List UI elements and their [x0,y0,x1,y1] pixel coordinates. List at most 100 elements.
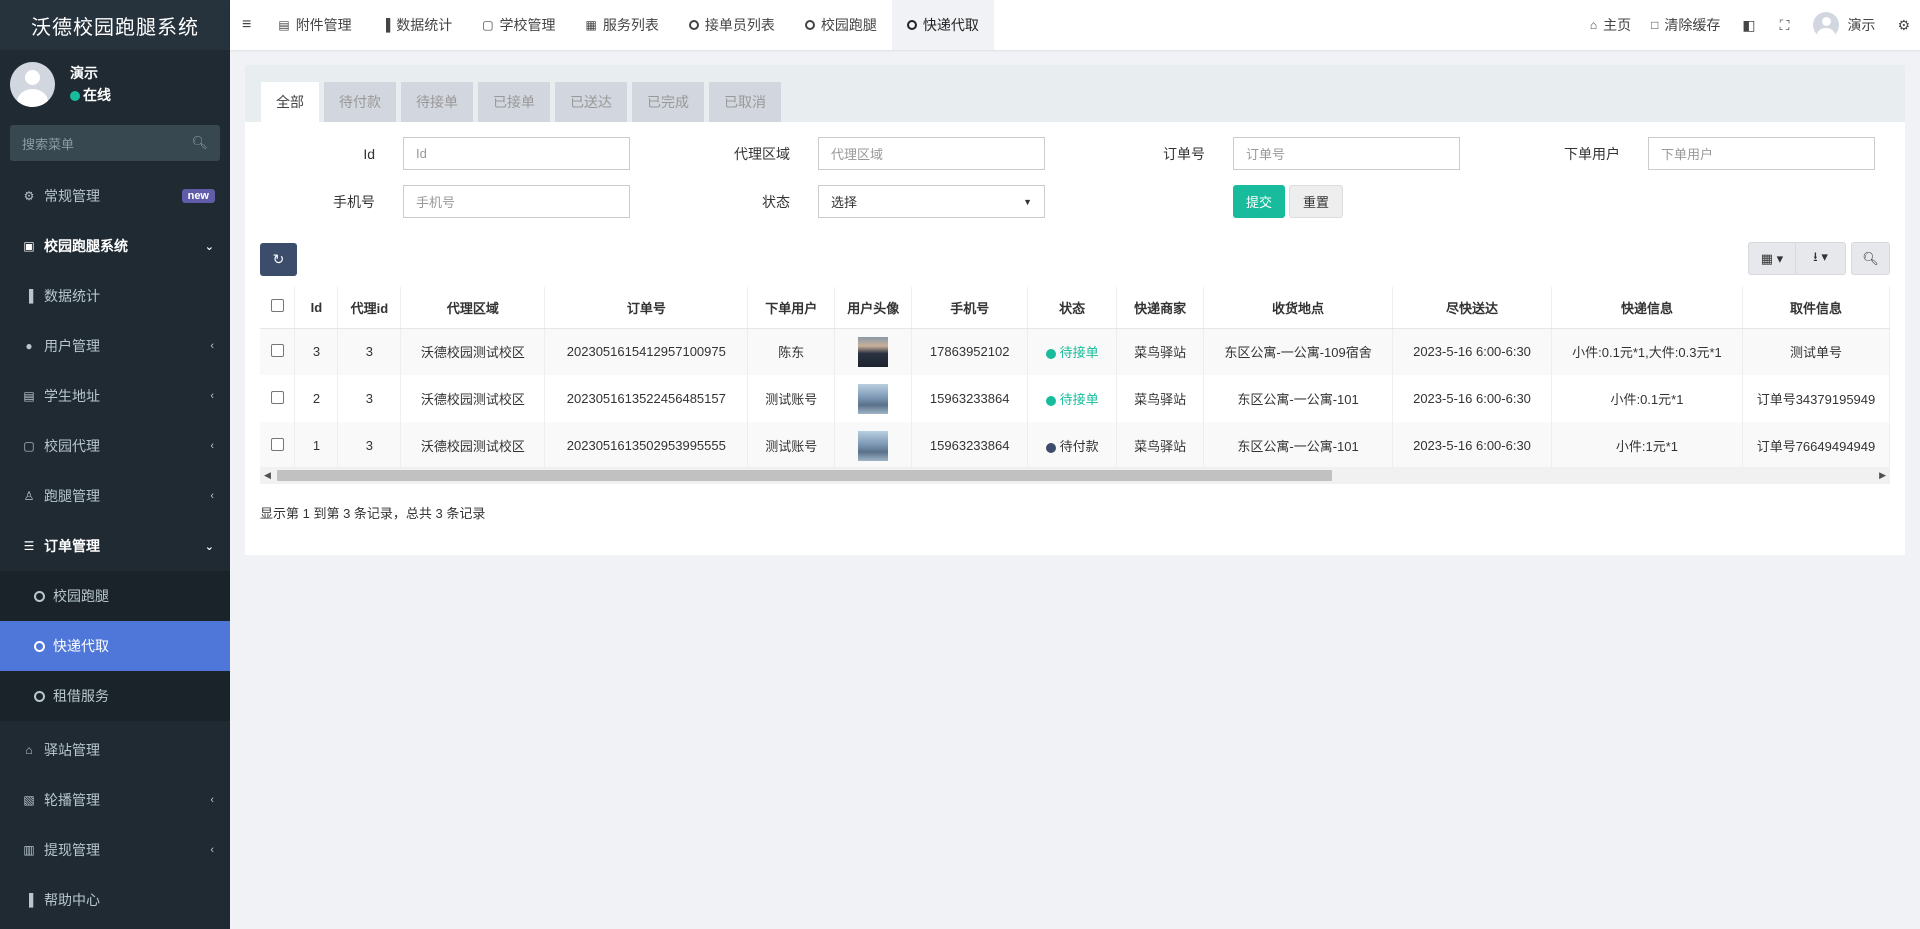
refresh-button[interactable]: ↻ [260,243,297,276]
filter-tab-unpaid[interactable]: 待付款 [324,82,396,122]
order-no-input[interactable]: 订单号 [1233,137,1460,170]
filter-tab-cancelled[interactable]: 已取消 [709,82,781,122]
cell-region: 沃德校园测试校区 [400,328,546,375]
cell-avatar [834,375,913,422]
search-toggle-button[interactable]: 🔍︎ [1851,242,1890,275]
id-input[interactable]: Id [403,137,630,170]
filter-tab-delivered[interactable]: 已送达 [555,82,627,122]
gears-icon[interactable]: ⚙ [1887,0,1920,50]
user-menu[interactable]: 演示 [1801,0,1887,50]
caret-down-icon: ▼ [1023,196,1032,207]
scroll-right-icon[interactable]: ▶ [1879,470,1886,481]
row-checkbox[interactable] [260,422,296,469]
sidebar-item-campus-errand-system[interactable]: ▣ 校园跑腿系统 ⌄ [0,221,230,271]
search-icon[interactable]: 🔍︎ [191,135,208,151]
bar-chart-icon: ▐ [24,893,34,907]
col-header[interactable]: 下单用户 [747,287,836,329]
table-row[interactable]: 2 3 沃德校园测试校区 2023051613522456485157 测试账号… [260,375,1890,422]
content-panel: 全部 待付款 待接单 已接单 已送达 已完成 已取消 Id Id 代理区域 代理… [245,65,1905,555]
order-user-input[interactable]: 下单用户 [1648,137,1875,170]
cell-phone: 15963233864 [911,375,1029,422]
sidebar-item-stats[interactable]: ▐ 数据统计 [0,271,230,321]
sidebar-item-campus-errand[interactable]: 校园跑腿 [0,571,230,621]
tab-label: 附件管理 [295,17,352,33]
home-label: 主页 [1603,17,1632,33]
col-header[interactable]: 收货地点 [1203,287,1394,329]
horizontal-scrollbar[interactable]: ◀ ▶ [260,467,1890,484]
sidebar-item-orders[interactable]: ☰ 订单管理 ⌄ [0,521,230,571]
table-row[interactable]: 3 3 沃德校园测试校区 2023051615412957100975 陈东 1… [260,328,1890,375]
home-icon: ⌂ [25,743,33,757]
translate-icon[interactable]: ◧ [1730,0,1767,50]
app-logo[interactable]: 沃德校园跑腿系统 [0,0,230,50]
select-all-checkbox[interactable] [260,287,296,329]
scrollbar-thumb[interactable] [277,470,1332,481]
clear-cache-button[interactable]: □ 清除缓存 [1641,0,1730,50]
sidebar-item-label: 提现管理 [44,842,100,858]
bar-chart-icon: ▐ [381,18,391,32]
tab-campus-errand[interactable]: 校园跑腿 [790,0,892,50]
col-header[interactable]: 手机号 [911,287,1029,329]
home-link[interactable]: ⌂ 主页 [1580,0,1641,50]
col-header[interactable]: 代理id [337,287,402,329]
phone-input[interactable]: 手机号 [403,185,630,218]
fullscreen-icon[interactable]: ⛶ [1768,0,1802,50]
status-select[interactable]: 选择 ▼ [818,185,1045,218]
col-header[interactable]: 尽快送达 [1392,287,1552,329]
tab-express-pickup[interactable]: 快递代取 [891,0,994,50]
table-row[interactable]: 1 3 沃德校园测试校区 2023051613502953995555 测试账号… [260,422,1890,469]
sidebar-item-station[interactable]: ⌂ 驿站管理 [0,725,230,775]
submit-button[interactable]: 提交 [1233,185,1286,218]
file-image-icon: ▤ [278,18,290,32]
col-header[interactable]: 代理区域 [400,287,546,329]
sidebar-item-campus-agent[interactable]: ▢ 校园代理 ‹ [0,421,230,471]
sidebar-item-general[interactable]: ⚙ 常规管理 new [0,171,230,221]
tab-couriers[interactable]: 接单员列表 [674,0,790,50]
user-avatar-thumbnail[interactable] [858,383,889,414]
filter-tab-all[interactable]: 全部 [261,82,319,122]
sidebar-item-help[interactable]: ▐ 帮助中心 [0,875,230,925]
col-header[interactable]: 取件信息 [1742,287,1890,329]
tab-services[interactable]: ▦ 服务列表 [571,0,674,50]
tab-stats[interactable]: ▐ 数据统计 [367,0,468,50]
status-filter-tabs: 全部 待付款 待接单 已接单 已送达 已完成 已取消 [245,65,1905,122]
status-text: 待接单 [1059,345,1099,361]
col-header[interactable]: 订单号 [544,287,749,329]
tab-attachments[interactable]: ▤ 附件管理 [263,0,366,50]
sidebar-item-rental[interactable]: 租借服务 [0,671,230,721]
col-header[interactable]: Id [294,287,339,329]
user-avatar-thumbnail[interactable] [858,430,889,461]
sidebar-item-errand[interactable]: ♙ 跑腿管理 ‹ [0,471,230,521]
col-header[interactable]: 用户头像 [834,287,913,329]
cell-express-info: 小件:1元*1 [1551,422,1743,469]
sidebar-search-input[interactable]: 搜索菜单 🔍︎ [10,125,220,161]
reset-button[interactable]: 重置 [1289,185,1344,218]
sidebar-item-withdraw[interactable]: ▥ 提现管理 ‹ [0,825,230,875]
row-checkbox[interactable] [260,328,296,375]
filter-tab-completed[interactable]: 已完成 [632,82,704,122]
export-button[interactable]: ⭳ ▾ [1796,242,1846,275]
col-header[interactable]: 快递信息 [1551,287,1743,329]
sidebar-item-carousel[interactable]: ▧ 轮播管理 ‹ [0,775,230,825]
col-header[interactable]: 状态 [1027,287,1118,329]
row-checkbox[interactable] [260,375,296,422]
col-header[interactable]: 快递商家 [1116,287,1205,329]
user-avatar-thumbnail[interactable] [858,336,889,367]
cell-user: 测试账号 [747,422,836,469]
columns-button[interactable]: ▦ ▾ [1748,242,1796,275]
circle-icon [34,640,45,652]
sidebar-item-label: 租借服务 [53,688,109,704]
filter-tab-pending[interactable]: 待接单 [401,82,473,122]
avatar [10,61,55,107]
portrait-icon: ▢ [482,18,494,32]
sidebar-item-users[interactable]: ● 用户管理 ‹ [0,321,230,371]
filter-tab-accepted[interactable]: 已接单 [478,82,550,122]
scroll-left-icon[interactable]: ◀ [264,470,271,481]
region-input[interactable]: 代理区域 [818,137,1045,170]
sidebar-item-student-address[interactable]: ▤ 学生地址 ‹ [0,371,230,421]
home-icon: ⌂ [1589,18,1598,32]
sidebar-toggle-icon[interactable]: ≡ [230,0,263,50]
sidebar-item-express-pickup[interactable]: 快递代取 [0,621,230,671]
status-dot-icon [1045,348,1056,359]
tab-schools[interactable]: ▢ 学校管理 [467,0,570,50]
